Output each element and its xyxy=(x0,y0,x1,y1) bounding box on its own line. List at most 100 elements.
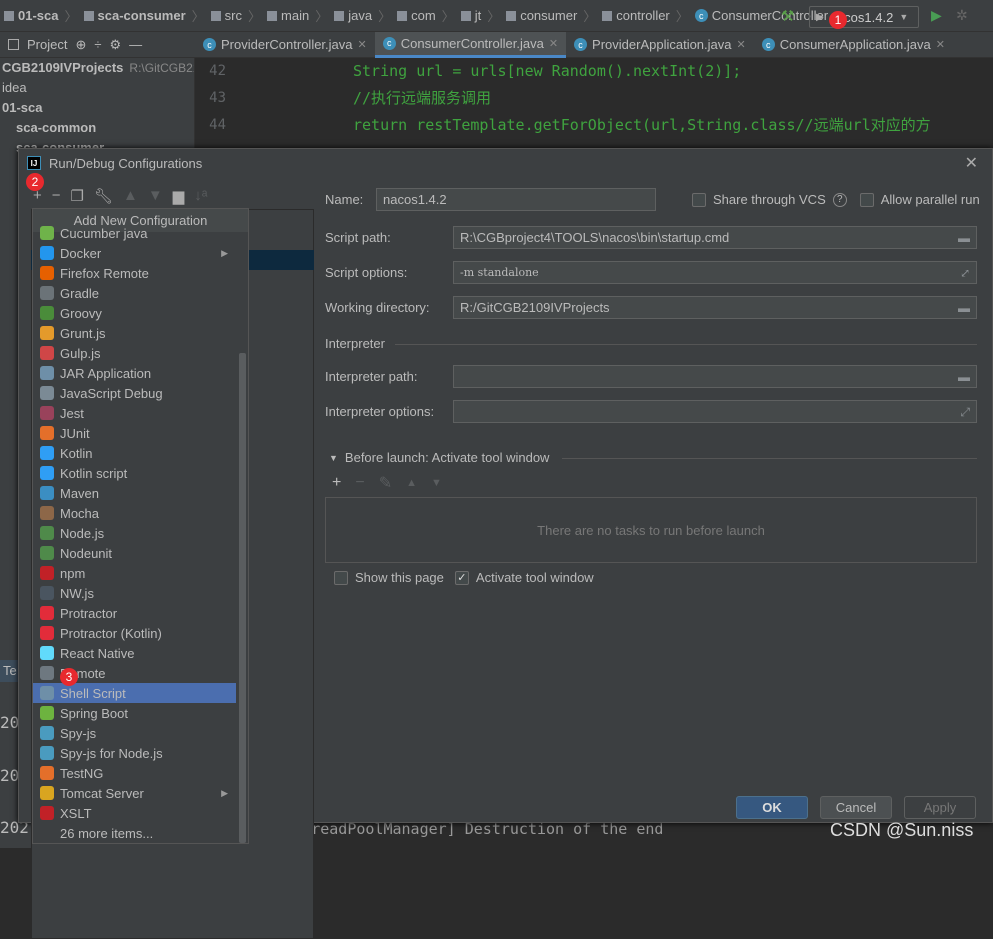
tasks-list[interactable]: There are no tasks to run before launch xyxy=(325,497,977,563)
breadcrumb-item[interactable]: controller xyxy=(602,8,670,23)
close-tab-icon[interactable]: ✕ xyxy=(358,38,367,51)
move-down-icon[interactable]: ▼ xyxy=(148,187,163,205)
breadcrumb-item[interactable]: com xyxy=(397,8,436,23)
add-task-icon[interactable]: + xyxy=(332,474,341,492)
debug-icon[interactable]: ✲ xyxy=(956,7,968,24)
dialog-title-bar[interactable]: IJ Run/Debug Configurations xyxy=(19,149,992,177)
popup-item[interactable]: NW.js xyxy=(33,583,236,603)
edit-task-icon[interactable]: ✎ xyxy=(379,473,392,493)
popup-item[interactable]: Spy-js for Node.js xyxy=(33,743,236,763)
popup-item[interactable]: XSLT xyxy=(33,803,236,823)
editor-tab[interactable]: c ProviderController.java ✕ xyxy=(195,32,375,58)
expand-icon[interactable]: ⤢ xyxy=(960,405,970,420)
code-editor[interactable]: 42 String url = urls[new Random().nextInt… xyxy=(196,58,993,158)
close-icon[interactable]: ✕ xyxy=(965,153,978,173)
popup-item[interactable]: Grunt.js xyxy=(33,323,236,343)
apply-button[interactable]: Apply xyxy=(904,796,976,819)
editor-tab[interactable]: c ProviderApplication.java ✕ xyxy=(566,32,754,58)
name-input[interactable]: nacos1.4.2 xyxy=(376,188,656,211)
target-icon[interactable]: ⊕ xyxy=(75,37,86,53)
share-vcs-checkbox[interactable] xyxy=(692,192,706,207)
class-icon: c xyxy=(382,36,396,50)
tree-item[interactable]: idea xyxy=(0,78,194,98)
popup-item[interactable]: Mocha xyxy=(33,503,236,523)
minimize-icon[interactable]: — xyxy=(129,37,142,52)
interpreter-options-input[interactable]: ⤢ xyxy=(453,400,977,423)
popup-item[interactable]: Nodeunit xyxy=(33,543,236,563)
run-config-selector[interactable]: ▶ nacos1.4.2 ▼ xyxy=(809,6,919,28)
popup-item[interactable]: 26 more items... xyxy=(33,823,236,843)
cancel-button[interactable]: Cancel xyxy=(820,796,892,819)
editor-tab[interactable]: c ConsumerController.java ✕ xyxy=(374,31,567,58)
breadcrumb-item[interactable]: consumer xyxy=(506,8,577,23)
console-tab[interactable]: Te xyxy=(0,660,18,682)
tree-item[interactable]: CGB2109IVProjectsR:\GitCGB210 xyxy=(0,58,194,78)
tree-item[interactable]: 01-sca xyxy=(0,98,194,118)
move-up-icon[interactable]: ▲ xyxy=(123,187,138,205)
move-down-icon[interactable]: ▼ xyxy=(431,477,442,489)
close-tab-icon[interactable]: ✕ xyxy=(549,37,558,50)
ok-button[interactable]: OK xyxy=(736,796,808,819)
allow-parallel-checkbox[interactable] xyxy=(859,192,874,207)
expand-icon[interactable]: ⤢ xyxy=(960,266,970,280)
popup-item[interactable]: Docker ▶ xyxy=(33,243,236,263)
breadcrumb-item[interactable]: src xyxy=(210,8,242,23)
new-folder-icon[interactable]: ▆ xyxy=(173,187,185,205)
show-page-checkbox[interactable] xyxy=(334,570,348,585)
popup-item[interactable]: Firefox Remote xyxy=(33,263,236,283)
popup-item[interactable]: Gulp.js xyxy=(33,343,236,363)
sort-icon[interactable]: ↓ᵃ xyxy=(194,187,207,205)
folder-icon[interactable]: ▬ xyxy=(958,301,970,315)
popup-item[interactable]: Maven xyxy=(33,483,236,503)
popup-item[interactable]: Node.js xyxy=(33,523,236,543)
build-icon[interactable]: ⚒ xyxy=(781,7,794,25)
popup-item[interactable]: TestNG xyxy=(33,763,236,783)
breadcrumb-item[interactable]: main xyxy=(267,8,309,23)
close-tab-icon[interactable]: ✕ xyxy=(936,38,945,51)
popup-item[interactable]: JUnit xyxy=(33,423,236,443)
popup-item[interactable]: Spring Boot xyxy=(33,703,236,723)
popup-item[interactable]: Kotlin xyxy=(33,443,236,463)
popup-item[interactable]: JAR Application xyxy=(33,363,236,383)
breadcrumb-item[interactable]: 01-sca xyxy=(4,8,58,23)
activate-tool-window-checkbox[interactable]: ✓ xyxy=(454,570,469,585)
project-tool-window-button[interactable]: Project ⊕ ÷ ⚙ — xyxy=(0,32,195,58)
popup-item[interactable]: JavaScript Debug xyxy=(33,383,236,403)
interpreter-path-input[interactable]: ▬ xyxy=(453,365,977,388)
tomcat-icon xyxy=(40,786,54,800)
remove-icon[interactable]: − xyxy=(52,187,61,205)
run-icon[interactable]: ▶ xyxy=(931,7,942,24)
move-up-icon[interactable]: ▲ xyxy=(406,477,417,489)
popup-item[interactable]: Kotlin script xyxy=(33,463,236,483)
popup-item[interactable]: Tomcat Server ▶ xyxy=(33,783,236,803)
breadcrumb-item[interactable]: jt xyxy=(460,8,481,23)
script-path-input[interactable]: R:\CGBproject4\TOOLS\nacos\bin\startup.c… xyxy=(453,226,977,249)
copy-icon[interactable]: ❐ xyxy=(71,187,84,205)
editor-tab[interactable]: c ConsumerApplication.java ✕ xyxy=(754,32,953,58)
popup-scrollbar[interactable] xyxy=(239,353,246,843)
popup-item[interactable]: Groovy xyxy=(33,303,236,323)
breadcrumb-item[interactable]: sca-consumer xyxy=(83,8,186,23)
remove-task-icon[interactable]: − xyxy=(355,474,364,492)
breadcrumb-item[interactable]: java xyxy=(334,8,372,23)
popup-item[interactable]: Gradle xyxy=(33,283,236,303)
collapse-icon[interactable]: ÷ xyxy=(94,37,101,52)
folder-icon[interactable]: ▬ xyxy=(958,370,970,384)
folder-icon[interactable]: ▬ xyxy=(958,231,970,245)
popup-item[interactable]: React Native xyxy=(33,643,236,663)
popup-item[interactable]: Spy-js xyxy=(33,723,236,743)
before-launch-toggle[interactable]: ▼ Before launch: Activate tool window xyxy=(329,450,549,465)
popup-item[interactable]: Shell Script xyxy=(33,683,236,703)
popup-item[interactable]: Protractor xyxy=(33,603,236,623)
tree-item[interactable]: sca-common xyxy=(0,118,194,138)
popup-item[interactable]: Jest xyxy=(33,403,236,423)
close-tab-icon[interactable]: ✕ xyxy=(737,38,746,51)
popup-item[interactable]: Protractor (Kotlin) xyxy=(33,623,236,643)
working-directory-input[interactable]: R:/GitCGB2109IVProjects ▬ xyxy=(453,296,977,319)
script-options-input[interactable]: -m standalone ⤢ xyxy=(453,261,977,284)
gear-icon[interactable]: ⚙ xyxy=(110,37,122,53)
wrench-icon[interactable]: 🔧︎ xyxy=(94,187,113,205)
help-icon[interactable]: ? xyxy=(832,192,847,207)
popup-item[interactable]: Cucumber java xyxy=(33,223,236,243)
popup-item[interactable]: npm xyxy=(33,563,236,583)
